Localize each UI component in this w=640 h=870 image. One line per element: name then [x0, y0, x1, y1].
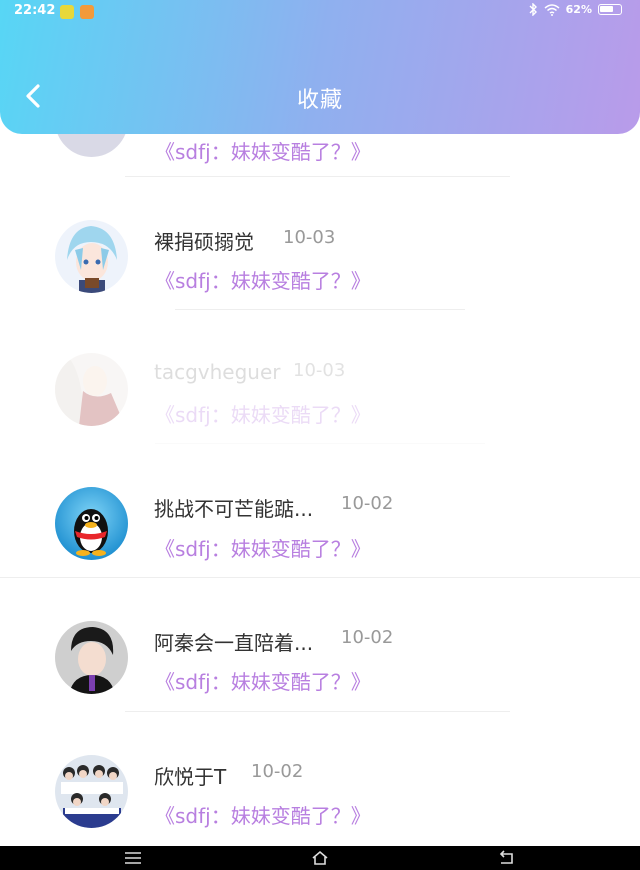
weibo-icon	[80, 5, 94, 19]
divider	[125, 176, 510, 177]
avatar	[55, 220, 128, 293]
status-bar: 22:42 62%	[0, 0, 640, 24]
item-subtitle: 《sdfj：妹妹变酷了？》	[155, 269, 371, 293]
back-icon[interactable]	[497, 850, 517, 866]
item-subtitle: 《sdfj：妹妹变酷了？》	[155, 670, 371, 694]
status-right: 62%	[528, 3, 622, 16]
avatar	[55, 353, 128, 426]
item-date: 10-02	[251, 761, 304, 782]
item-subtitle: 《sdfj：妹妹变酷了？》	[155, 403, 371, 427]
item-name: 阿秦会一直陪着...	[154, 631, 314, 655]
system-nav-bar	[0, 846, 640, 870]
group-photo-avatar-image	[55, 755, 128, 828]
avatar	[55, 487, 128, 560]
wechat-icon	[60, 5, 74, 19]
avatar	[55, 755, 128, 828]
photo-avatar-image	[55, 353, 128, 426]
battery-icon	[598, 4, 622, 15]
bluetooth-icon	[529, 3, 537, 16]
item-date: 10-03	[283, 227, 336, 248]
divider	[155, 443, 485, 444]
list-item[interactable]: 欣悦于T 10-02 《sdfj：妹妹变酷了？》	[0, 714, 640, 848]
header-bar: 22:42 62% 收藏	[0, 0, 640, 134]
wifi-icon	[544, 3, 560, 16]
battery-text: 62%	[565, 3, 592, 16]
list-item[interactable]: 挑战不可芒能踮... 10-02 《sdfj：妹妹变酷了？》	[0, 446, 640, 580]
item-date: 10-02	[341, 627, 394, 648]
item-subtitle: 《sdfj：妹妹变酷了？》	[155, 804, 371, 828]
anime-avatar-image	[55, 220, 128, 293]
item-subtitle: 《sdfj：妹妹变酷了？》	[155, 537, 371, 561]
page-title: 收藏	[296, 88, 343, 113]
favorites-screen: 《sdfj：妹妹变酷了？》 裸捐硕搦觉 10-03 《sdfj：妹妹变酷了？》	[0, 0, 640, 870]
divider	[0, 577, 640, 578]
item-date: 10-03	[293, 360, 346, 381]
list-item[interactable]: 裸捐硕搦觉 10-03 《sdfj：妹妹变酷了？》	[0, 178, 640, 312]
item-name: 挑战不可芒能踮...	[154, 497, 314, 521]
item-name: 欣悦于T	[154, 765, 227, 789]
list-item[interactable]: 阿秦会一直陪着... 10-02 《sdfj：妹妹变酷了？》	[0, 580, 640, 714]
qq-penguin-avatar-image	[55, 487, 128, 560]
divider	[175, 309, 465, 310]
home-icon[interactable]	[310, 850, 330, 866]
avatar	[55, 621, 128, 694]
menu-icon[interactable]	[123, 850, 143, 866]
divider	[125, 711, 510, 712]
item-name: tacgvheguer	[154, 360, 281, 384]
item-subtitle: 《sdfj：妹妹变酷了？》	[155, 140, 371, 164]
list-item[interactable]: tacgvheguer 10-03 《sdfj：妹妹变酷了？》	[0, 312, 640, 446]
photo-avatar-image	[55, 621, 128, 694]
item-date: 10-02	[341, 493, 394, 514]
item-name: 裸捐硕搦觉	[154, 230, 254, 254]
status-time: 22:42	[14, 3, 56, 18]
